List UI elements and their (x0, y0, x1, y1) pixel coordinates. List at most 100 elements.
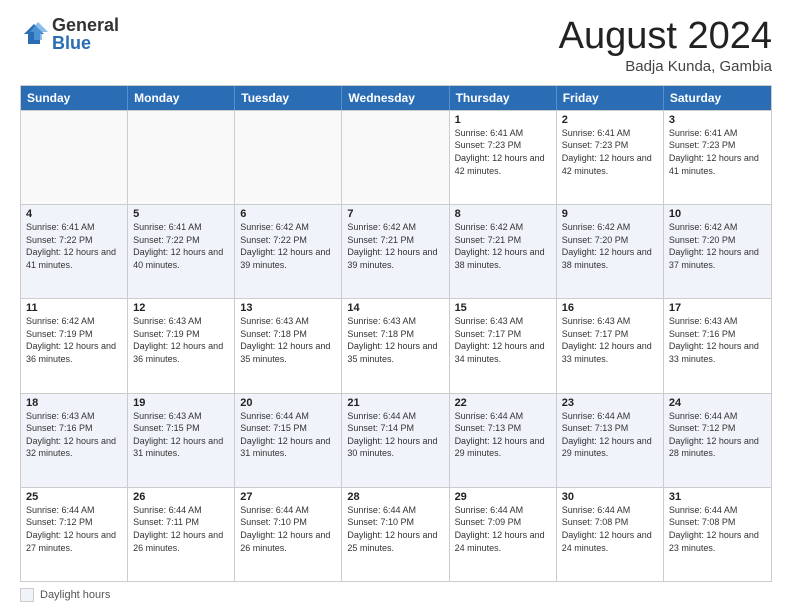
day-number: 18 (26, 397, 122, 409)
cal-cell-day-16: 16Sunrise: 6:43 AM Sunset: 7:17 PM Dayli… (557, 299, 664, 392)
cal-cell-day-13: 13Sunrise: 6:43 AM Sunset: 7:18 PM Dayli… (235, 299, 342, 392)
day-info: Sunrise: 6:42 AM Sunset: 7:22 PM Dayligh… (240, 221, 336, 271)
day-number: 10 (669, 208, 766, 220)
day-number: 24 (669, 397, 766, 409)
day-number: 29 (455, 491, 551, 503)
cal-header-thursday: Thursday (450, 86, 557, 110)
day-info: Sunrise: 6:41 AM Sunset: 7:23 PM Dayligh… (455, 127, 551, 177)
cal-cell-day-10: 10Sunrise: 6:42 AM Sunset: 7:20 PM Dayli… (664, 205, 771, 298)
cal-row-4: 25Sunrise: 6:44 AM Sunset: 7:12 PM Dayli… (21, 487, 771, 581)
day-info: Sunrise: 6:43 AM Sunset: 7:16 PM Dayligh… (669, 315, 766, 365)
day-info: Sunrise: 6:41 AM Sunset: 7:23 PM Dayligh… (562, 127, 658, 177)
day-info: Sunrise: 6:44 AM Sunset: 7:13 PM Dayligh… (562, 410, 658, 460)
logo-blue-text: Blue (52, 34, 119, 52)
day-number: 23 (562, 397, 658, 409)
day-info: Sunrise: 6:44 AM Sunset: 7:12 PM Dayligh… (669, 410, 766, 460)
day-number: 16 (562, 302, 658, 314)
day-info: Sunrise: 6:44 AM Sunset: 7:08 PM Dayligh… (562, 504, 658, 554)
cal-cell-day-9: 9Sunrise: 6:42 AM Sunset: 7:20 PM Daylig… (557, 205, 664, 298)
page-header: General Blue August 2024 Badja Kunda, Ga… (20, 16, 772, 75)
cal-cell-day-25: 25Sunrise: 6:44 AM Sunset: 7:12 PM Dayli… (21, 488, 128, 581)
cal-header-friday: Friday (557, 86, 664, 110)
day-info: Sunrise: 6:42 AM Sunset: 7:21 PM Dayligh… (347, 221, 443, 271)
day-info: Sunrise: 6:44 AM Sunset: 7:14 PM Dayligh… (347, 410, 443, 460)
cal-cell-empty (235, 111, 342, 204)
day-number: 30 (562, 491, 658, 503)
cal-cell-day-21: 21Sunrise: 6:44 AM Sunset: 7:14 PM Dayli… (342, 394, 449, 487)
day-number: 27 (240, 491, 336, 503)
day-number: 8 (455, 208, 551, 220)
title-block: August 2024 Badja Kunda, Gambia (559, 16, 772, 75)
logo: General Blue (20, 16, 119, 52)
day-number: 19 (133, 397, 229, 409)
cal-header-wednesday: Wednesday (342, 86, 449, 110)
footer-label: Daylight hours (40, 589, 110, 601)
day-info: Sunrise: 6:44 AM Sunset: 7:08 PM Dayligh… (669, 504, 766, 554)
day-info: Sunrise: 6:43 AM Sunset: 7:16 PM Dayligh… (26, 410, 122, 460)
cal-cell-day-22: 22Sunrise: 6:44 AM Sunset: 7:13 PM Dayli… (450, 394, 557, 487)
cal-row-2: 11Sunrise: 6:42 AM Sunset: 7:19 PM Dayli… (21, 298, 771, 392)
day-info: Sunrise: 6:44 AM Sunset: 7:15 PM Dayligh… (240, 410, 336, 460)
cal-row-1: 4Sunrise: 6:41 AM Sunset: 7:22 PM Daylig… (21, 204, 771, 298)
cal-cell-day-7: 7Sunrise: 6:42 AM Sunset: 7:21 PM Daylig… (342, 205, 449, 298)
cal-cell-day-30: 30Sunrise: 6:44 AM Sunset: 7:08 PM Dayli… (557, 488, 664, 581)
day-number: 21 (347, 397, 443, 409)
day-info: Sunrise: 6:44 AM Sunset: 7:13 PM Dayligh… (455, 410, 551, 460)
day-number: 4 (26, 208, 122, 220)
cal-row-3: 18Sunrise: 6:43 AM Sunset: 7:16 PM Dayli… (21, 393, 771, 487)
day-number: 1 (455, 114, 551, 126)
cal-cell-day-29: 29Sunrise: 6:44 AM Sunset: 7:09 PM Dayli… (450, 488, 557, 581)
day-info: Sunrise: 6:43 AM Sunset: 7:18 PM Dayligh… (347, 315, 443, 365)
cal-header-sunday: Sunday (21, 86, 128, 110)
day-number: 15 (455, 302, 551, 314)
cal-cell-day-31: 31Sunrise: 6:44 AM Sunset: 7:08 PM Dayli… (664, 488, 771, 581)
cal-cell-day-23: 23Sunrise: 6:44 AM Sunset: 7:13 PM Dayli… (557, 394, 664, 487)
day-info: Sunrise: 6:42 AM Sunset: 7:20 PM Dayligh… (669, 221, 766, 271)
day-info: Sunrise: 6:42 AM Sunset: 7:21 PM Dayligh… (455, 221, 551, 271)
cal-cell-day-11: 11Sunrise: 6:42 AM Sunset: 7:19 PM Dayli… (21, 299, 128, 392)
cal-cell-empty (21, 111, 128, 204)
cal-cell-day-26: 26Sunrise: 6:44 AM Sunset: 7:11 PM Dayli… (128, 488, 235, 581)
cal-cell-day-2: 2Sunrise: 6:41 AM Sunset: 7:23 PM Daylig… (557, 111, 664, 204)
cal-cell-day-5: 5Sunrise: 6:41 AM Sunset: 7:22 PM Daylig… (128, 205, 235, 298)
day-number: 28 (347, 491, 443, 503)
footer-color-box (20, 588, 34, 602)
logo-general-text: General (52, 16, 119, 34)
day-info: Sunrise: 6:41 AM Sunset: 7:22 PM Dayligh… (133, 221, 229, 271)
day-number: 17 (669, 302, 766, 314)
day-number: 6 (240, 208, 336, 220)
day-number: 12 (133, 302, 229, 314)
day-info: Sunrise: 6:43 AM Sunset: 7:18 PM Dayligh… (240, 315, 336, 365)
cal-cell-day-4: 4Sunrise: 6:41 AM Sunset: 7:22 PM Daylig… (21, 205, 128, 298)
day-number: 3 (669, 114, 766, 126)
day-info: Sunrise: 6:44 AM Sunset: 7:11 PM Dayligh… (133, 504, 229, 554)
logo-icon (20, 20, 48, 48)
cal-row-0: 1Sunrise: 6:41 AM Sunset: 7:23 PM Daylig… (21, 110, 771, 204)
footer: Daylight hours (20, 588, 772, 602)
calendar-header: SundayMondayTuesdayWednesdayThursdayFrid… (21, 86, 771, 110)
day-info: Sunrise: 6:44 AM Sunset: 7:10 PM Dayligh… (240, 504, 336, 554)
day-info: Sunrise: 6:41 AM Sunset: 7:23 PM Dayligh… (669, 127, 766, 177)
cal-header-saturday: Saturday (664, 86, 771, 110)
cal-cell-day-20: 20Sunrise: 6:44 AM Sunset: 7:15 PM Dayli… (235, 394, 342, 487)
day-info: Sunrise: 6:44 AM Sunset: 7:10 PM Dayligh… (347, 504, 443, 554)
day-info: Sunrise: 6:42 AM Sunset: 7:20 PM Dayligh… (562, 221, 658, 271)
cal-cell-day-27: 27Sunrise: 6:44 AM Sunset: 7:10 PM Dayli… (235, 488, 342, 581)
day-info: Sunrise: 6:44 AM Sunset: 7:12 PM Dayligh… (26, 504, 122, 554)
day-number: 26 (133, 491, 229, 503)
day-number: 7 (347, 208, 443, 220)
cal-cell-day-12: 12Sunrise: 6:43 AM Sunset: 7:19 PM Dayli… (128, 299, 235, 392)
day-info: Sunrise: 6:44 AM Sunset: 7:09 PM Dayligh… (455, 504, 551, 554)
day-number: 22 (455, 397, 551, 409)
cal-cell-day-19: 19Sunrise: 6:43 AM Sunset: 7:15 PM Dayli… (128, 394, 235, 487)
day-info: Sunrise: 6:43 AM Sunset: 7:17 PM Dayligh… (562, 315, 658, 365)
day-info: Sunrise: 6:41 AM Sunset: 7:22 PM Dayligh… (26, 221, 122, 271)
day-number: 11 (26, 302, 122, 314)
cal-cell-day-24: 24Sunrise: 6:44 AM Sunset: 7:12 PM Dayli… (664, 394, 771, 487)
cal-cell-day-17: 17Sunrise: 6:43 AM Sunset: 7:16 PM Dayli… (664, 299, 771, 392)
cal-cell-day-8: 8Sunrise: 6:42 AM Sunset: 7:21 PM Daylig… (450, 205, 557, 298)
cal-header-monday: Monday (128, 86, 235, 110)
day-number: 20 (240, 397, 336, 409)
day-number: 5 (133, 208, 229, 220)
day-number: 13 (240, 302, 336, 314)
